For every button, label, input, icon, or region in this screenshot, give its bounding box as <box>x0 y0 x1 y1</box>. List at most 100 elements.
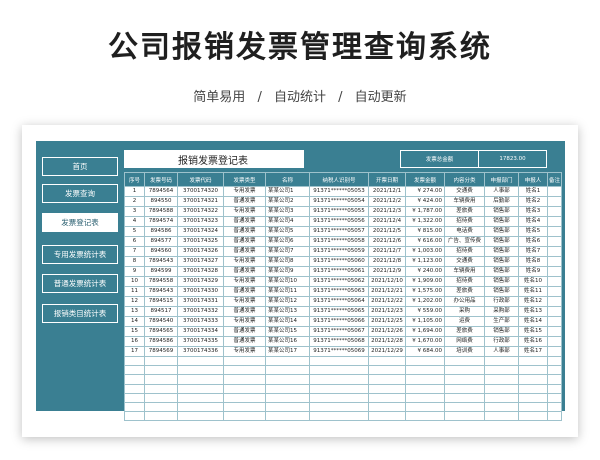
table-cell[interactable]: 差旅费 <box>444 206 485 217</box>
table-cell[interactable]: 9 <box>124 266 145 277</box>
table-cell[interactable]: 普通发票 <box>223 306 266 317</box>
table-cell[interactable]: 894517 <box>144 306 178 317</box>
table-cell[interactable]: 某某公司15 <box>265 326 310 337</box>
table-cell[interactable] <box>144 365 178 376</box>
table-cell[interactable]: 3700174320 <box>177 186 224 197</box>
table-cell[interactable]: 差旅费 <box>444 326 485 337</box>
table-cell[interactable] <box>518 355 548 367</box>
table-cell[interactable]: 2021/12/2 <box>368 196 406 207</box>
table-cell[interactable]: ¥ 1,003.00 <box>405 246 445 257</box>
table-cell[interactable] <box>405 383 445 394</box>
table-cell[interactable] <box>547 186 562 197</box>
table-cell[interactable]: 91371******05057 <box>309 226 369 237</box>
table-cell[interactable]: 3700174332 <box>177 306 224 317</box>
table-cell[interactable] <box>547 336 562 347</box>
table-cell[interactable]: 15 <box>124 326 145 337</box>
table-cell[interactable]: 3 <box>124 206 145 217</box>
table-cell[interactable]: 3700174335 <box>177 336 224 347</box>
table-cell[interactable]: 91371******05058 <box>309 236 369 247</box>
nav-home-button[interactable]: 首页 <box>42 157 118 176</box>
table-cell[interactable]: 2021/12/7 <box>368 246 406 257</box>
table-cell[interactable]: ¥ 274.00 <box>405 186 445 197</box>
table-cell[interactable]: 3700174325 <box>177 236 224 247</box>
table-cell[interactable] <box>177 374 224 385</box>
table-cell[interactable] <box>547 226 562 237</box>
table-cell[interactable]: 普通发票 <box>223 226 266 237</box>
table-cell[interactable]: 894560 <box>144 246 178 257</box>
table-cell[interactable]: 差旅费 <box>444 286 485 297</box>
table-cell[interactable]: ¥ 815.00 <box>405 226 445 237</box>
table-cell[interactable]: 专用发票 <box>223 206 266 217</box>
table-cell[interactable]: 姓名16 <box>518 336 548 347</box>
table-cell[interactable]: 7894569 <box>144 346 178 357</box>
table-cell[interactable] <box>223 383 266 394</box>
table-cell[interactable]: 姓名11 <box>518 286 548 297</box>
table-cell[interactable]: ¥ 1,123.00 <box>405 256 445 267</box>
table-cell[interactable] <box>518 365 548 376</box>
table-cell[interactable]: 91371******05064 <box>309 296 369 307</box>
table-cell[interactable] <box>405 365 445 376</box>
table-cell[interactable]: 3700174330 <box>177 286 224 297</box>
table-cell[interactable]: ¥ 1,105.00 <box>405 316 445 327</box>
table-cell[interactable]: 某某公司8 <box>265 256 310 267</box>
table-cell[interactable] <box>265 355 310 367</box>
table-cell[interactable] <box>444 383 485 394</box>
table-cell[interactable]: 销售部 <box>484 276 519 287</box>
table-cell[interactable]: 3700174328 <box>177 266 224 277</box>
table-cell[interactable] <box>547 256 562 267</box>
table-cell[interactable]: 2021/12/3 <box>368 206 406 217</box>
table-cell[interactable] <box>444 374 485 385</box>
table-cell[interactable]: 行政部 <box>484 336 519 347</box>
table-cell[interactable] <box>368 374 406 385</box>
table-cell[interactable]: 后勤部 <box>484 196 519 207</box>
table-cell[interactable] <box>547 411 562 422</box>
table-cell[interactable]: 7894574 <box>144 216 178 227</box>
table-cell[interactable] <box>144 374 178 385</box>
table-cell[interactable]: 7894565 <box>144 326 178 337</box>
table-cell[interactable] <box>484 401 519 413</box>
table-cell[interactable] <box>177 383 224 394</box>
table-cell[interactable]: 7894515 <box>144 296 178 307</box>
table-cell[interactable] <box>144 401 178 413</box>
table-cell[interactable]: 3700174336 <box>177 346 224 357</box>
table-cell[interactable]: 专用发票 <box>223 316 266 327</box>
table-cell[interactable]: 人事部 <box>484 346 519 357</box>
table-cell[interactable] <box>547 346 562 357</box>
table-cell[interactable]: 2021/12/23 <box>368 306 406 317</box>
table-cell[interactable]: 某某公司4 <box>265 216 310 227</box>
table-cell[interactable]: 91371******05061 <box>309 266 369 277</box>
table-cell[interactable]: 3700174326 <box>177 246 224 257</box>
table-cell[interactable] <box>265 374 310 385</box>
table-cell[interactable]: 普通发票 <box>223 286 266 297</box>
table-cell[interactable]: 普通发票 <box>223 336 266 347</box>
table-cell[interactable] <box>518 392 548 403</box>
table-cell[interactable]: 某某公司14 <box>265 316 310 327</box>
table-cell[interactable]: 培训费 <box>444 346 485 357</box>
table-cell[interactable] <box>547 365 562 376</box>
table-cell[interactable]: 2021/12/4 <box>368 216 406 227</box>
table-cell[interactable]: 3700174322 <box>177 206 224 217</box>
table-cell[interactable] <box>547 392 562 403</box>
table-cell[interactable]: 91371******05068 <box>309 336 369 347</box>
table-cell[interactable]: 某某公司10 <box>265 276 310 287</box>
nav-invoice-query-button[interactable]: 发票查询 <box>42 184 118 203</box>
table-cell[interactable] <box>144 383 178 394</box>
nav-invoice-register-button[interactable]: 发票登记表 <box>42 213 118 232</box>
table-cell[interactable] <box>309 355 369 367</box>
table-cell[interactable] <box>518 374 548 385</box>
table-cell[interactable] <box>309 365 369 376</box>
table-cell[interactable]: 2021/12/6 <box>368 236 406 247</box>
table-cell[interactable]: 10 <box>124 276 145 287</box>
table-cell[interactable]: 91371******05056 <box>309 216 369 227</box>
table-cell[interactable]: 交通费 <box>444 186 485 197</box>
table-cell[interactable]: 人事部 <box>484 186 519 197</box>
table-cell[interactable]: 91371******05065 <box>309 306 369 317</box>
table-cell[interactable]: 3700174334 <box>177 326 224 337</box>
table-cell[interactable]: ¥ 559.00 <box>405 306 445 317</box>
table-cell[interactable]: 某某公司13 <box>265 306 310 317</box>
table-cell[interactable]: 17 <box>124 346 145 357</box>
table-cell[interactable] <box>124 411 145 422</box>
table-cell[interactable] <box>518 401 548 413</box>
table-cell[interactable]: 姓名14 <box>518 316 548 327</box>
table-cell[interactable] <box>177 365 224 376</box>
